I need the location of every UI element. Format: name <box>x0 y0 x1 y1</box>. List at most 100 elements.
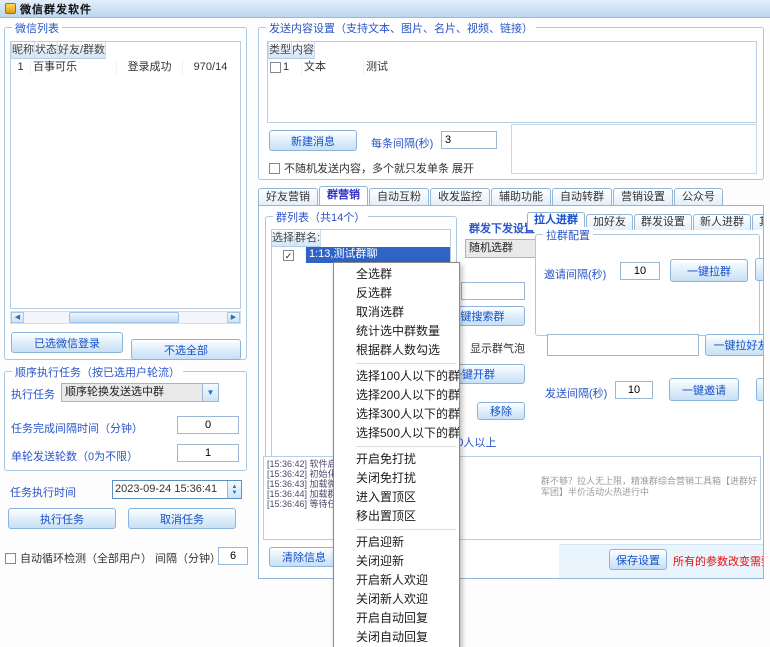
auto-check-row: 自动循环检测（全部用户） 间隔（分钟） <box>5 550 221 566</box>
message-gap-input[interactable] <box>441 131 497 149</box>
wechat-table-hscrollbar[interactable]: ◀ ▶ <box>10 311 241 324</box>
content-table-header-cell: 类型 <box>269 42 292 59</box>
context-menu-item[interactable]: 选择500人以下的群 <box>334 424 459 443</box>
wechat-table-header-cell: 状态 <box>35 42 58 59</box>
send-gap-input[interactable] <box>615 381 653 399</box>
context-menu-item[interactable]: 选择100人以下的群 <box>334 367 459 386</box>
task-interval-input[interactable] <box>177 416 239 434</box>
context-menu-item[interactable] <box>356 446 456 447</box>
invite-button[interactable]: 一键邀请 <box>669 378 739 401</box>
chevron-down-icon[interactable]: ▼ <box>202 384 218 401</box>
task-rounds-input[interactable] <box>177 444 239 462</box>
main-tab[interactable]: 自动互粉 <box>369 188 429 205</box>
wechat-list-panel: 微信列表 昵称状态好友/群数 1 百事可乐 登录成功 970/14 ◀ ▶ 已选… <box>4 27 247 360</box>
right-tab[interactable]: 其他 <box>752 214 764 230</box>
group-context-menu: 全选群反选群取消选群统计选中群数量根据群人数勾选选择100人以下的群选择200人… <box>333 262 460 647</box>
task-rounds-label: 单轮发送轮数（0为不限） <box>11 448 138 464</box>
auto-check-checkbox[interactable] <box>5 553 16 564</box>
message-gap-label: 每条间隔(秒) <box>371 135 433 151</box>
main-tab[interactable]: 辅助功能 <box>491 188 551 205</box>
group-list-header-cell: 群名: <box>295 230 321 247</box>
main-tab[interactable]: 好友营销 <box>258 188 318 205</box>
main-tab[interactable]: 营销设置 <box>613 188 673 205</box>
context-menu-item[interactable]: 开启免打扰 <box>334 450 459 469</box>
clear-log-button[interactable]: 清除信息 <box>269 547 339 567</box>
title-bar: 微信群发软件 <box>0 0 770 18</box>
content-row[interactable]: 1 文本 测试 <box>268 59 756 76</box>
scroll-right-icon[interactable]: ▶ <box>227 312 240 323</box>
pull-config-panel: 拉群配置 邀请间隔(秒) 一键拉群 <box>535 234 760 336</box>
cancel-task-button[interactable]: 取消任务 <box>128 508 236 529</box>
pull-group-button[interactable]: 一键拉群 <box>670 259 748 282</box>
content-table-header-cell: 内容 <box>292 42 315 59</box>
exec-time-label: 任务执行时间 <box>10 484 76 500</box>
scroll-thumb[interactable] <box>69 312 179 323</box>
group-search-input[interactable] <box>461 282 525 300</box>
context-menu-item[interactable]: 进入置顶区 <box>334 488 459 507</box>
right-tab[interactable]: 加好友 <box>586 214 633 230</box>
context-menu-item[interactable]: 全选群 <box>334 265 459 284</box>
spinner-icon[interactable]: ▲▼ <box>227 481 241 498</box>
wechat-table-header-cell: 昵称 <box>12 42 35 59</box>
start-task-button[interactable]: 执行任务 <box>8 508 116 529</box>
push-content-title: 发送内容设置（支持文本、图片、名片、视频、链接） <box>266 20 536 36</box>
context-menu-item[interactable] <box>356 529 456 530</box>
main-tab[interactable]: 公众号 <box>674 188 723 205</box>
invite-all-button[interactable]: 全部邀请 <box>756 378 764 401</box>
context-menu-item[interactable]: 反选群 <box>334 284 459 303</box>
context-menu-item[interactable] <box>356 363 456 364</box>
new-message-button[interactable]: 新建消息 <box>269 130 357 151</box>
context-menu-item[interactable]: 根据群人数勾选 <box>334 341 459 360</box>
pull-friend-button[interactable]: 一键拉好友 <box>705 334 764 356</box>
group-row-name: 1:13,测试群聊 <box>306 247 450 263</box>
exec-task-select[interactable]: 顺序轮换发送选中群 ▼ <box>61 383 219 402</box>
context-menu-item[interactable]: 选择300人以下的群 <box>334 405 459 424</box>
pull-friend-input[interactable] <box>547 334 699 356</box>
content-table[interactable]: 类型内容 1 文本 测试 <box>267 41 757 123</box>
save-settings-button[interactable]: 保存设置 <box>609 549 667 570</box>
group-row-selected[interactable]: ✓ 1:13,测试群聊 <box>272 247 450 263</box>
context-menu-item[interactable]: 关闭免打扰 <box>334 469 459 488</box>
remove-group-button[interactable]: 移除 <box>477 402 525 420</box>
auto-check-interval-input[interactable] <box>218 547 248 565</box>
scroll-left-icon[interactable]: ◀ <box>11 312 24 323</box>
random-send-checkbox[interactable] <box>269 163 280 174</box>
pull-all-button[interactable]: 全部拉群 <box>755 258 764 281</box>
context-menu-item[interactable]: 关闭自动回复 <box>334 628 459 647</box>
app-icon <box>5 3 16 14</box>
group-row-checkbox[interactable]: ✓ <box>283 250 294 261</box>
context-menu-item[interactable]: 选择200人以下的群 <box>334 386 459 405</box>
context-menu-item[interactable]: 关闭新人欢迎 <box>334 590 459 609</box>
context-menu-item[interactable]: 取消选群 <box>334 303 459 322</box>
random-send-row: 不随机发送内容，多个就只发单条 展开 <box>269 160 474 176</box>
context-menu-item[interactable]: 开启迎新 <box>334 533 459 552</box>
message-preview-box[interactable] <box>511 124 757 174</box>
auto-check-label: 自动循环检测（全部用户） 间隔（分钟） <box>20 550 221 566</box>
context-menu-item[interactable]: 开启自动回复 <box>334 609 459 628</box>
window-title: 微信群发软件 <box>20 1 92 17</box>
context-menu-item[interactable]: 关闭迎新 <box>334 552 459 571</box>
context-menu-item[interactable]: 统计选中群数量 <box>334 322 459 341</box>
main-tab[interactable]: 自动转群 <box>552 188 612 205</box>
right-tab[interactable]: 新人进群 <box>693 214 751 230</box>
wechat-table[interactable]: 昵称状态好友/群数 1 百事可乐 登录成功 970/14 <box>10 41 241 309</box>
exec-task-label: 执行任务 <box>11 386 55 402</box>
task-panel-title: 顺序执行任务（按已选用户轮流） <box>12 364 183 380</box>
context-menu-item[interactable]: 开启新人欢迎 <box>334 571 459 590</box>
right-tab[interactable]: 群发设置 <box>634 214 692 230</box>
pull-config-title: 拉群配置 <box>543 227 593 243</box>
content-type: 文本 <box>302 59 364 76</box>
exec-time-picker[interactable]: 2023-09-24 15:36:41 ▲▼ <box>112 480 242 499</box>
invite-gap-input[interactable] <box>620 262 660 280</box>
content-row-checkbox[interactable] <box>270 62 281 73</box>
content-table-body: 1 文本 测试 <box>268 59 756 76</box>
main-tab[interactable]: 收发监控 <box>430 188 490 205</box>
content-table-header: 类型内容 <box>268 42 756 59</box>
table-row[interactable]: 1 百事可乐 登录成功 970/14 <box>11 59 240 76</box>
wechat-login-button[interactable]: 已选微信登录 <box>11 332 123 353</box>
send-gap-label: 发送间隔(秒) <box>545 385 607 401</box>
save-notice: 所有的参数改变需要保存后生效 <box>673 553 764 569</box>
context-menu-item[interactable]: 移出置顶区 <box>334 507 459 526</box>
main-tab[interactable]: 群营销 <box>319 186 368 205</box>
select-all-button[interactable]: 不选全部 <box>131 339 241 360</box>
